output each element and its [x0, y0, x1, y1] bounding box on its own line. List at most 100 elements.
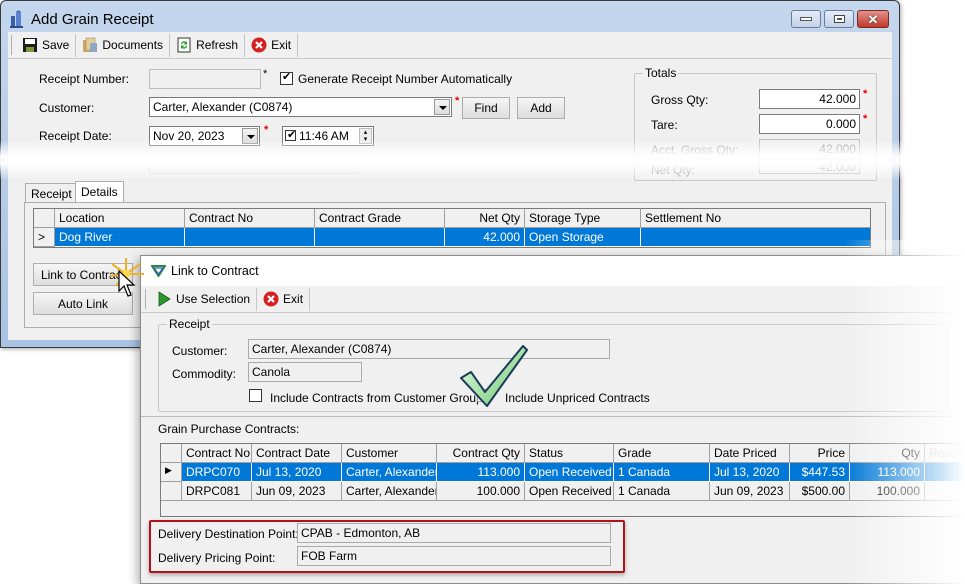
cell-contract-no[interactable]: DRPC070 [182, 463, 252, 482]
dialog-exit-button[interactable]: Exit [257, 287, 311, 311]
receipt-group: Receipt Customer: Carter, Alexander (C08… [158, 317, 948, 412]
totals-title: Totals [643, 66, 679, 80]
gross-qty-input[interactable]: 42.000 [759, 89, 860, 109]
cell-customer[interactable]: Carter, Alexander [342, 482, 437, 501]
maximize-icon [833, 15, 845, 23]
details-grid-header: Location Contract No Contract Grade Net … [34, 209, 870, 228]
checkmark-icon [460, 345, 528, 407]
col-status[interactable]: Status [525, 444, 614, 463]
exit-icon [251, 37, 267, 53]
details-grid: Location Contract No Contract Grade Net … [33, 208, 871, 248]
receipt-number-input[interactable] [149, 69, 261, 89]
table-row[interactable]: DRPC081 Jun 09, 2023 Carter, Alexander 1… [161, 482, 965, 501]
cell-date-priced[interactable]: Jul 13, 2020 [710, 463, 790, 482]
row-indicator: ▶ [161, 463, 182, 482]
include-customer-group-label: Include Contracts from Customer Group [270, 391, 483, 405]
cell-date-priced[interactable]: Jun 09, 2023 [710, 482, 790, 501]
tab-details[interactable]: Details [75, 181, 124, 203]
cell-price[interactable]: $447.53 [790, 463, 850, 482]
customer-dropdown[interactable]: Carter, Alexander (C0874) [149, 97, 452, 117]
cell-storage-type[interactable]: Open Storage [525, 228, 641, 247]
contracts-grid-header: Contract No Contract Date Customer Contr… [161, 444, 965, 463]
table-row[interactable]: > Dog River 42.000 Open Storage [34, 228, 870, 247]
cell-received[interactable] [925, 463, 965, 482]
cell-qty[interactable]: 113.000 [850, 463, 925, 482]
refresh-button[interactable]: Refresh [170, 33, 246, 57]
receipt-number-marker: * [263, 68, 268, 80]
close-button[interactable]: ✕ [857, 10, 889, 28]
maximize-button[interactable] [824, 10, 854, 28]
dialog-title: Link to Contract [171, 264, 259, 278]
col-date-priced[interactable]: Date Priced [710, 444, 790, 463]
commodity-field: Canola [248, 362, 362, 382]
tab-receipt[interactable]: Receipt [25, 183, 78, 203]
cell-status[interactable]: Open Received [525, 482, 614, 501]
cell-grade[interactable]: 1 Canada [614, 482, 710, 501]
customer-required-marker: * [455, 95, 460, 107]
include-customer-group-checkbox[interactable] [249, 389, 262, 402]
dialog-title-bar[interactable]: Link to Contract [141, 256, 965, 286]
table-row[interactable]: ▶ DRPC070 Jul 13, 2020 Carter, Alexander… [161, 463, 965, 482]
tare-input[interactable]: 0.000 [759, 114, 860, 134]
contracts-grid: Contract No Contract Date Customer Contr… [160, 443, 965, 517]
toolbar-grip [11, 35, 14, 55]
cell-contract-date[interactable]: Jul 13, 2020 [252, 463, 342, 482]
exit-button[interactable]: Exit [245, 33, 299, 57]
col-received[interactable]: Receiv [925, 444, 965, 463]
delivery-points-highlight [149, 520, 625, 573]
gross-qty-required-marker: * [863, 88, 868, 100]
col-settlement-no[interactable]: Settlement No [641, 209, 870, 228]
col-price[interactable]: Price [790, 444, 850, 463]
silo-icon [10, 10, 23, 28]
customer-value: Carter, Alexander (C0874) [153, 100, 293, 114]
toolbar-grip [145, 289, 148, 309]
col-contract-date[interactable]: Contract Date [252, 444, 342, 463]
receipt-group-title: Receipt [167, 317, 212, 331]
cell-status[interactable]: Open Received [525, 463, 614, 482]
save-button[interactable]: Save [16, 33, 77, 57]
cell-contract-no[interactable] [185, 228, 315, 247]
cell-contract-grade[interactable] [315, 228, 445, 247]
divider [141, 416, 965, 417]
documents-button[interactable]: Documents [76, 33, 171, 57]
cell-contract-qty[interactable]: 100.000 [437, 482, 525, 501]
row-header-corner [34, 209, 55, 228]
cell-qty[interactable]: 100.000 [850, 482, 925, 501]
exit-icon [263, 291, 279, 307]
customer-label: Customer: [39, 101, 95, 115]
col-contract-no[interactable]: Contract No [182, 444, 252, 463]
cell-net-qty[interactable]: 42.000 [445, 228, 525, 247]
cell-contract-no[interactable]: DRPC081 [182, 482, 252, 501]
col-storage-type[interactable]: Storage Type [525, 209, 641, 228]
play-icon [158, 291, 171, 307]
cell-price[interactable]: $500.00 [790, 482, 850, 501]
col-customer[interactable]: Customer [342, 444, 437, 463]
generate-receipt-number-checkbox[interactable] [280, 70, 293, 85]
col-location[interactable]: Location [55, 209, 185, 228]
col-net-qty[interactable]: Net Qty [445, 209, 525, 228]
cell-contract-qty[interactable]: 113.000 [437, 463, 525, 482]
row-indicator [161, 482, 182, 501]
col-contract-grade[interactable]: Contract Grade [315, 209, 445, 228]
chevron-down-icon[interactable] [434, 99, 450, 115]
window-title: Add Grain Receipt [31, 11, 154, 28]
add-customer-button[interactable]: Add [517, 97, 565, 119]
col-contract-qty[interactable]: Contract Qty [437, 444, 525, 463]
title-bar[interactable]: Add Grain Receipt ✕ [1, 1, 899, 33]
find-button[interactable]: Find [462, 97, 510, 119]
save-label: Save [42, 38, 70, 52]
col-contract-no[interactable]: Contract No [185, 209, 315, 228]
close-icon: ✕ [867, 11, 879, 27]
col-qty[interactable]: Qty [850, 444, 925, 463]
cell-grade[interactable]: 1 Canada [614, 463, 710, 482]
use-selection-button[interactable]: Use Selection [150, 287, 258, 311]
cell-received[interactable] [925, 482, 965, 501]
col-grade[interactable]: Grade [614, 444, 710, 463]
cell-contract-date[interactable]: Jun 09, 2023 [252, 482, 342, 501]
minimize-button[interactable] [791, 10, 821, 28]
floppy-disk-icon [23, 38, 37, 52]
grid-empty-area [161, 501, 965, 516]
cell-settlement-no[interactable] [641, 228, 870, 247]
cell-customer[interactable]: Carter, Alexander [342, 463, 437, 482]
cell-location[interactable]: Dog River [55, 228, 185, 247]
